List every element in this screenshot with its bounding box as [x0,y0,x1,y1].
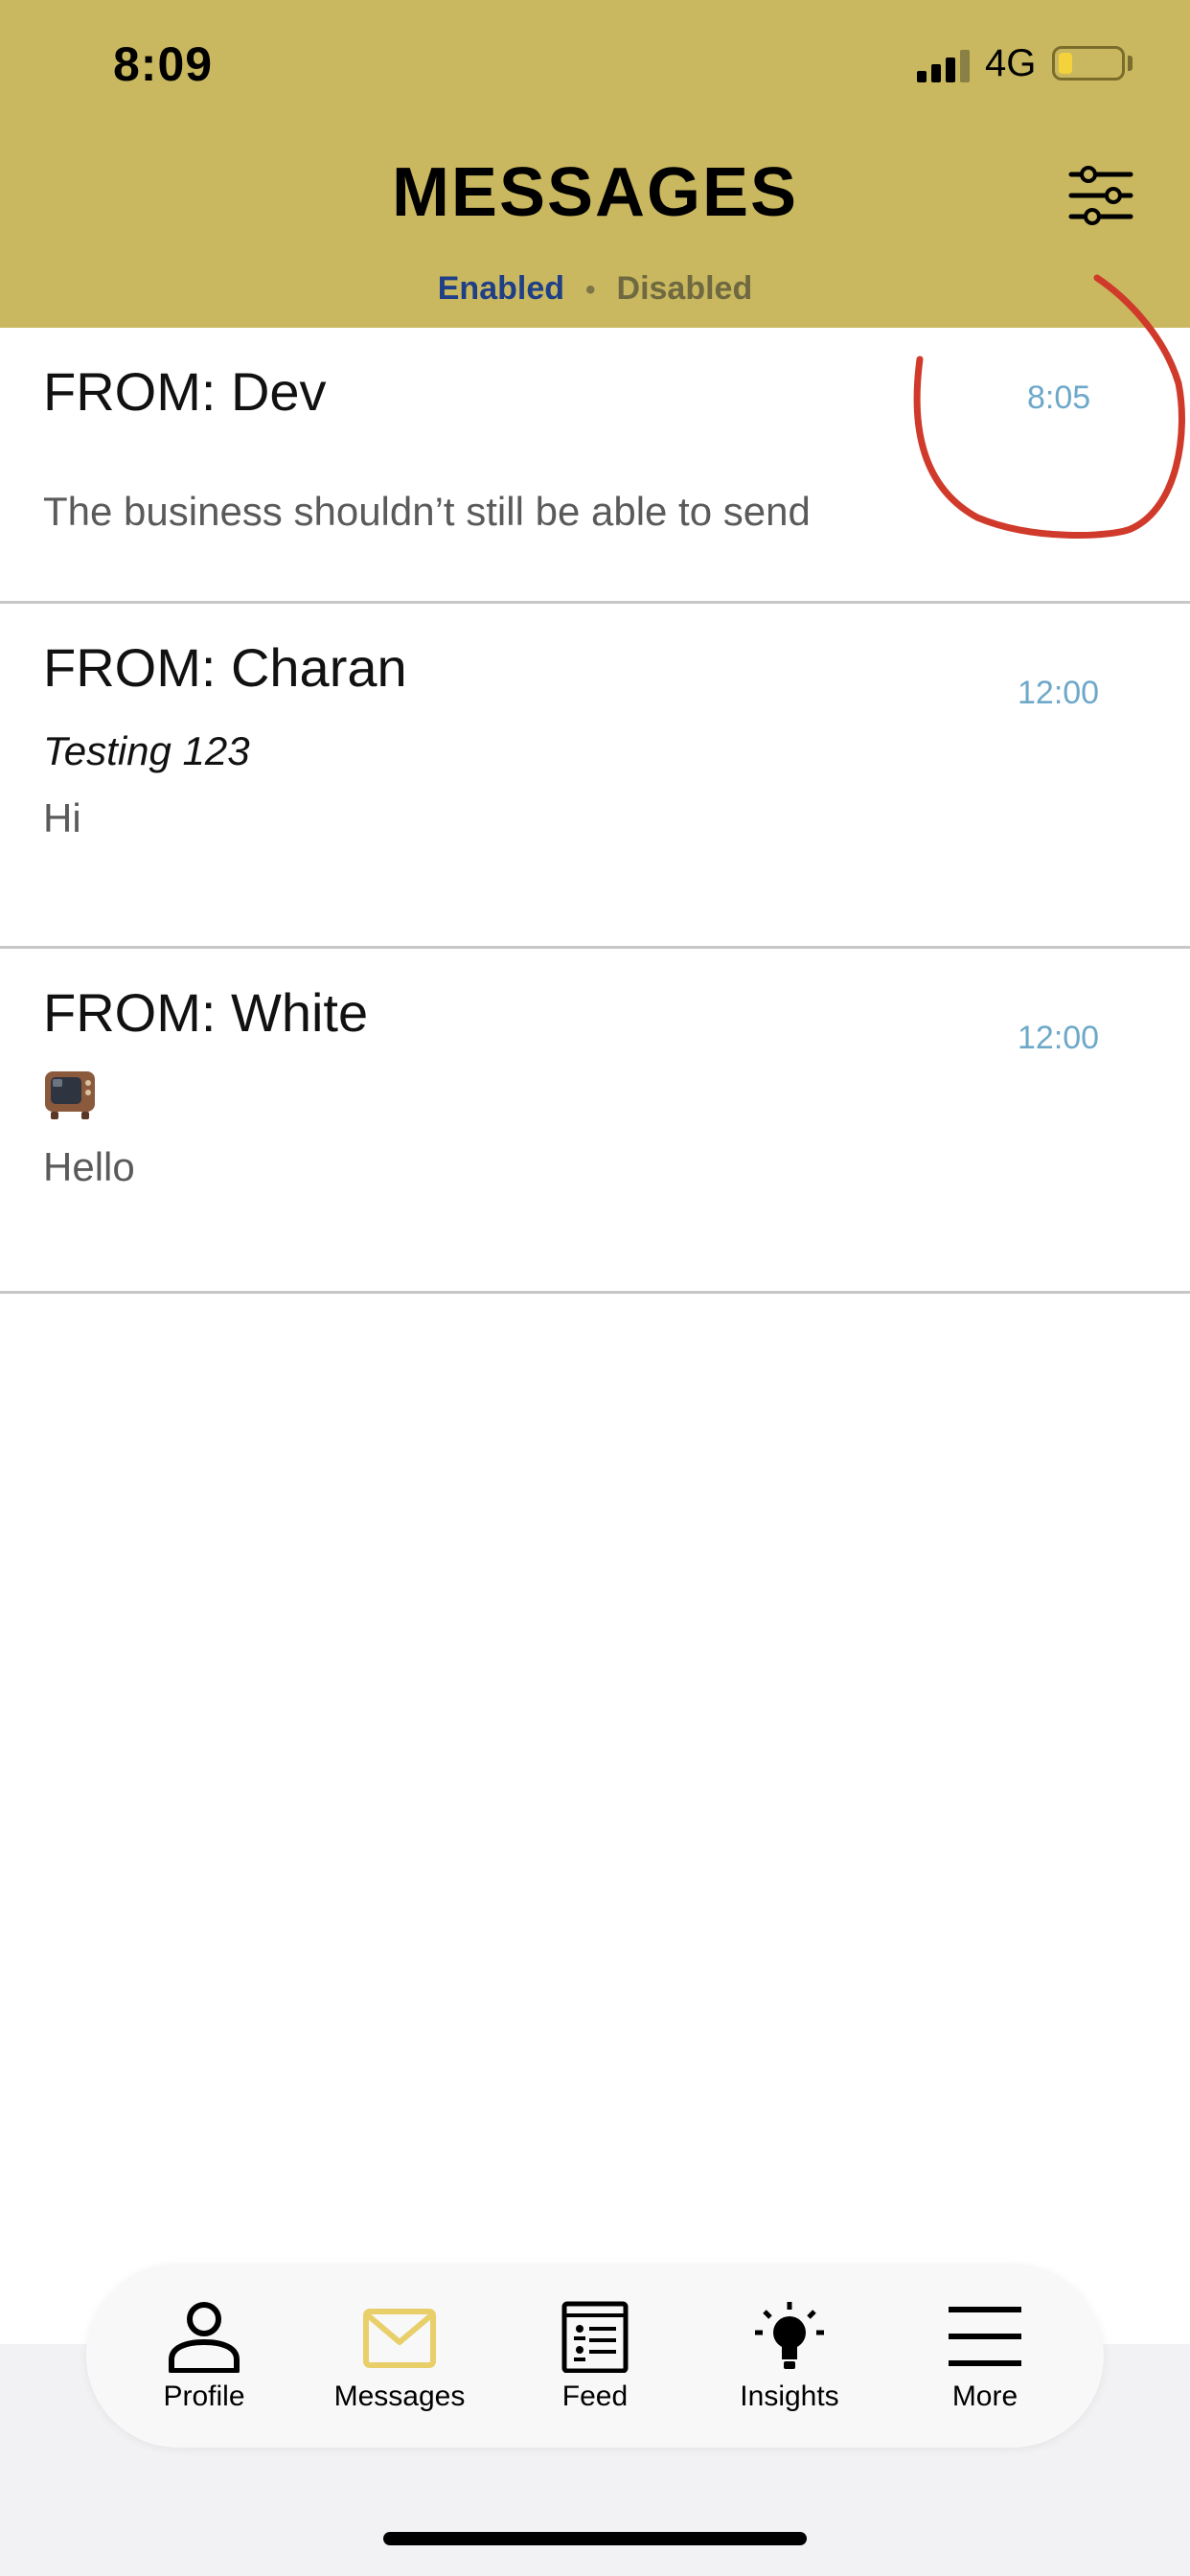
message-subject: Testing 123 [43,728,250,773]
tab-more[interactable]: More [899,2300,1071,2413]
toggle-disabled[interactable]: Disabled [617,270,753,307]
signal-icon [917,50,970,82]
message-preview: Hello [43,1144,135,1189]
message-row[interactable]: FROM: Charan 12:00 Testing 123 Hi [0,604,1190,949]
home-indicator[interactable] [383,2532,807,2545]
toggle-separator: • [585,274,596,306]
message-preview: Hi [43,795,81,840]
tab-profile[interactable]: Profile [118,2300,290,2413]
tab-label: Messages [333,2380,466,2412]
television-icon [45,1071,95,1119]
envelope-icon [363,2309,436,2368]
page-title: MESSAGES [391,154,799,231]
menu-icon [949,2307,1021,2366]
tab-insights[interactable]: Insights [703,2300,876,2413]
person-icon [169,2302,240,2373]
battery-low-icon [1052,46,1125,80]
tab-label: Profile [163,2380,245,2412]
lightbulb-icon [755,2302,824,2369]
toggle-enabled[interactable]: Enabled [438,270,564,307]
message-preview: The business shouldn’t still be able to … [43,489,811,534]
annotation-circle [913,274,1185,540]
tab-label: Feed [561,2380,629,2412]
message-time: 12:00 [1018,1020,1100,1056]
tab-label: Insights [740,2380,839,2412]
sliders-icon[interactable] [1067,165,1134,226]
message-sender: FROM: Charan [43,637,407,698]
tab-messages[interactable]: Messages [313,2300,486,2413]
status-time: 8:09 [113,37,214,91]
tab-label: More [951,2380,1018,2412]
tab-feed[interactable]: Feed [509,2300,681,2413]
message-time: 12:00 [1018,675,1100,711]
network-type: 4G [985,42,1037,84]
message-sender: FROM: Dev [43,361,327,422]
feed-icon [561,2301,629,2373]
message-row[interactable]: FROM: White 12:00 Hello [0,949,1190,1294]
battery-tip [1128,56,1133,71]
message-sender: FROM: White [43,982,369,1043]
